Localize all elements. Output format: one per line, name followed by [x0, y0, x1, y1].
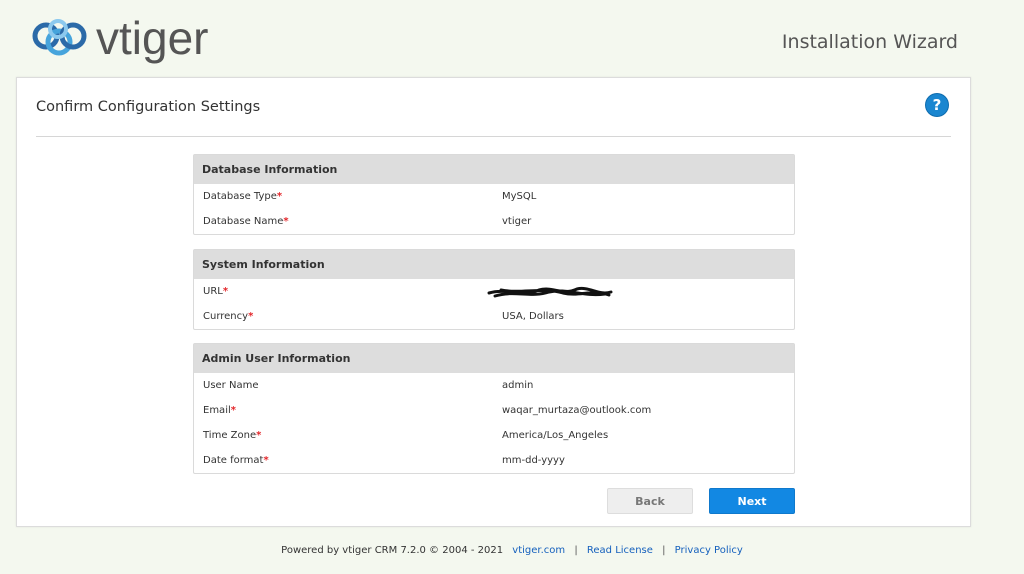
row-label: Date format* — [203, 455, 269, 466]
vtiger-logo-icon — [32, 19, 87, 56]
required-marker: * — [230, 405, 236, 416]
required-marker: * — [263, 455, 269, 466]
required-marker: * — [283, 216, 289, 227]
required-marker: * — [276, 191, 283, 202]
table-row: Currency* USA, Dollars — [194, 304, 794, 329]
vtiger-link[interactable]: vtiger.com — [512, 545, 565, 556]
row-label: Time Zone* — [203, 430, 262, 441]
next-button[interactable]: Next — [709, 488, 795, 514]
table-row: User Name admin — [194, 373, 794, 398]
privacy-policy-link[interactable]: Privacy Policy — [675, 545, 743, 556]
section-title: System Information — [194, 250, 794, 279]
divider — [36, 136, 951, 137]
row-value: admin — [502, 380, 534, 391]
row-label: Database Name* — [203, 216, 289, 227]
row-value: USA, Dollars — [502, 311, 564, 322]
page-title: Confirm Configuration Settings — [36, 99, 261, 115]
redacted-url-scribble — [487, 286, 613, 298]
table-row: Email* waqar_murtaza@outlook.com — [194, 398, 794, 423]
wizard-title: Installation Wizard — [781, 31, 958, 53]
table-row: Database Name* vtiger — [194, 209, 794, 234]
required-marker: * — [222, 286, 229, 297]
section-title: Database Information — [194, 155, 794, 184]
wizard-panel: Confirm Configuration Settings ? Databas… — [16, 77, 971, 527]
logo-text: vtiger — [96, 12, 209, 64]
row-value: vtiger — [502, 216, 532, 227]
database-info-section: Database Information Database Type* MySQ… — [193, 154, 795, 235]
row-value: mm-dd-yyyy — [502, 455, 565, 466]
help-icon[interactable]: ? — [926, 94, 948, 116]
read-license-link[interactable]: Read License — [587, 545, 653, 556]
row-value: America/Los_Angeles — [502, 430, 609, 441]
row-label: URL* — [203, 286, 229, 297]
footer-separator: | — [662, 545, 666, 556]
row-label: Email* — [203, 405, 236, 416]
row-value: MySQL — [502, 191, 537, 202]
row-label: User Name — [203, 380, 259, 391]
row-label: Currency* — [203, 311, 254, 322]
section-title: Admin User Information — [194, 344, 794, 373]
row-value: waqar_murtaza@outlook.com — [502, 405, 652, 416]
vtiger-logo: vtiger — [30, 10, 208, 66]
admin-info-section: Admin User Information User Name admin E… — [193, 343, 795, 474]
row-label: Database Type* — [203, 191, 283, 202]
required-marker: * — [248, 311, 254, 322]
system-info-section: System Information URL* Currency* USA, D… — [193, 249, 795, 330]
required-marker: * — [256, 430, 262, 441]
table-row: URL* — [194, 279, 794, 304]
table-row: Time Zone* America/Los_Angeles — [194, 423, 794, 448]
footer-separator: | — [574, 545, 578, 556]
table-row: Database Type* MySQL — [194, 184, 794, 209]
powered-by-text: Powered by vtiger CRM 7.2.0 © 2004 - 202… — [281, 545, 504, 556]
table-row: Date format* mm-dd-yyyy — [194, 448, 794, 473]
back-button[interactable]: Back — [607, 488, 693, 514]
footer: Powered by vtiger CRM 7.2.0 © 2004 - 202… — [0, 545, 1024, 556]
